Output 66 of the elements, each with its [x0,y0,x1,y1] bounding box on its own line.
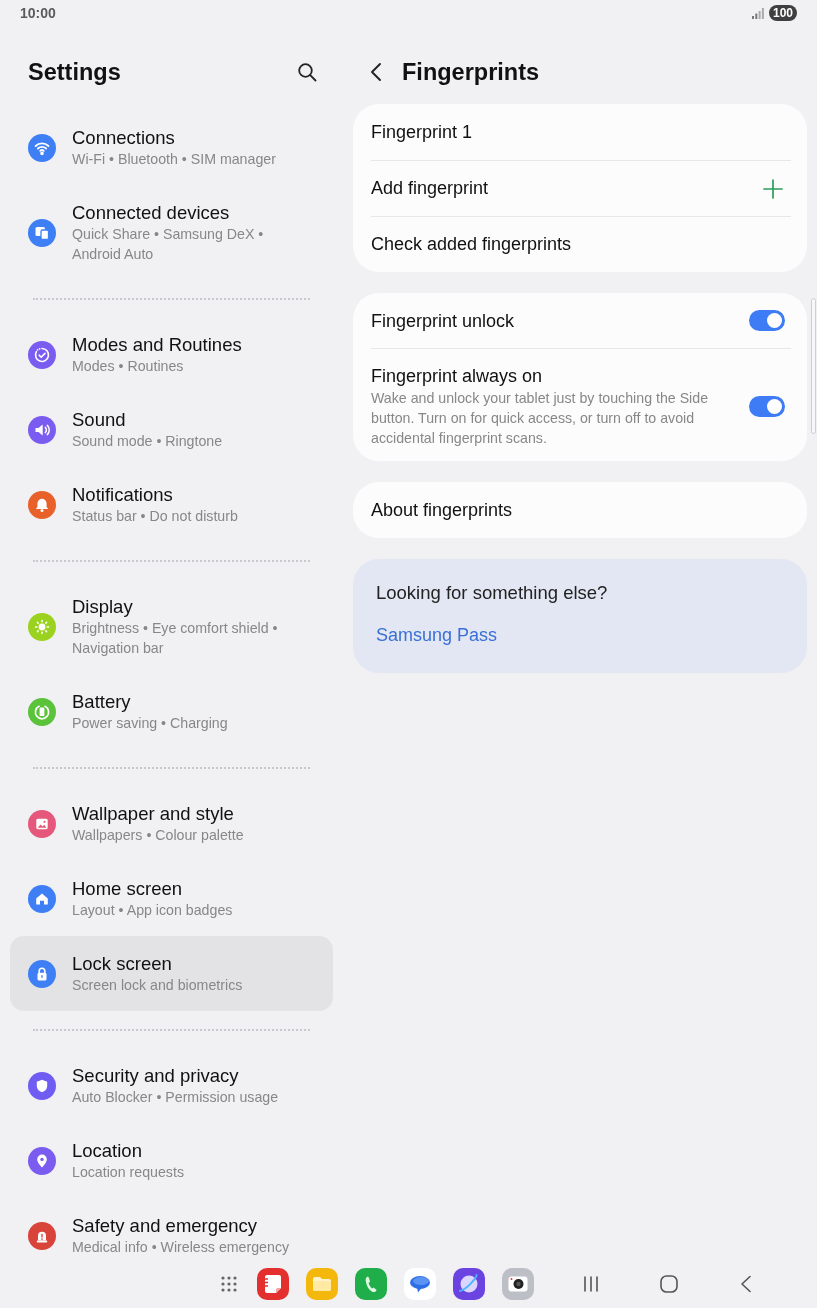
settings-item[interactable]: Notifications Status bar • Do not disturb [10,467,333,542]
item-title: Security and privacy [72,1064,240,1087]
item-subtitle: Power saving • Charging [72,714,228,733]
suggestion-title: Looking for something else? [376,581,608,605]
search-icon[interactable] [297,62,317,82]
settings-row[interactable]: Add fingerprint [371,160,791,216]
setting-label: Fingerprint always on [371,365,544,388]
item-subtitle: Location requests [72,1163,184,1182]
plus-icon [763,178,783,199]
settings-item[interactable]: Connected devices Quick Share • Samsung DeX • Android Auto [10,185,333,280]
item-title: Lock screen [72,952,173,975]
item-title: Battery [72,690,132,713]
item-subtitle: Sound mode • Ringtone [72,432,223,451]
notepad-icon[interactable] [257,1268,289,1300]
page-title: Settings [28,58,121,86]
item-title: Home screen [72,877,183,900]
apps-grid-icon[interactable] [220,1275,238,1293]
setting-label: Fingerprint unlock [371,309,515,333]
planet-icon[interactable] [453,1268,485,1300]
settings-row[interactable]: Check added fingerprints [371,216,791,272]
settings-item[interactable]: Location Location requests [10,1123,333,1198]
item-subtitle: Modes • Routines [72,357,185,376]
battery-indicator: 100 [768,5,797,21]
item-subtitle: Auto Blocker • Permission usage [72,1088,279,1107]
toggle-switch[interactable] [749,395,785,417]
item-title: Notifications [72,483,174,506]
item-subtitle: Wi-Fi • Bluetooth • SIM manager [72,150,276,169]
settings-item[interactable]: Display Brightness • Eye comfort shield • Navigation bar [10,579,333,674]
toggle-switch[interactable] [749,310,785,331]
item-subtitle: Brightness • Eye comfort shield • Navigation bar [72,619,279,658]
settings-item[interactable]: Home screen Layout • App icon badges [10,861,333,936]
back-icon[interactable] [740,1275,752,1293]
settings-item[interactable]: Battery Power saving • Charging [10,674,333,749]
settings-row[interactable]: About fingerprints [371,482,791,538]
item-subtitle: Screen lock and biometrics [72,976,243,995]
status-time: 10:00 [20,5,56,21]
item-title: Sound [72,408,127,431]
chat-bubble-icon[interactable] [404,1268,436,1300]
recents-icon[interactable] [582,1275,600,1293]
settings-item[interactable]: Lock screen Screen lock and biometrics [10,936,333,1011]
signal-icon [751,7,764,19]
item-title: Modes and Routines [72,333,242,356]
settings-item[interactable]: Wallpaper and style Wallpapers • Colour palette [10,786,333,861]
settings-item[interactable]: Sound Sound mode • Ringtone [10,392,333,467]
camera-icon[interactable] [502,1268,534,1300]
item-title: Wallpaper and style [72,802,235,825]
item-subtitle: Layout • App icon badges [72,901,233,920]
home-icon[interactable] [660,1275,678,1293]
settings-item[interactable]: Security and privacy Auto Blocker • Permission usage [10,1048,333,1123]
page-title: Fingerprints [402,58,540,86]
item-title: Safety and emergency [72,1214,259,1237]
settings-item[interactable]: Connections Wi-Fi • Bluetooth • SIM manager [10,110,333,185]
item-subtitle: Quick Share • Samsung DeX • Android Auto [72,225,265,264]
item-subtitle: Medical info • Wireless emergency [72,1238,290,1257]
setting-description: Wake and unlock your tablet just by touching the Side button. Turn on for quick access, or turn off to avoid accidental fingerprint scans. [371,389,710,448]
item-title: Connected devices [72,201,231,224]
item-subtitle: Wallpapers • Colour palette [72,826,244,845]
item-title: Location [72,1139,143,1162]
back-icon[interactable] [370,62,382,82]
settings-item[interactable]: Modes and Routines Modes • Routines [10,317,333,392]
item-subtitle: Status bar • Do not disturb [72,507,238,526]
item-title: Connections [72,126,176,149]
item-title: Display [72,595,134,618]
phone-icon[interactable] [355,1268,387,1300]
suggestion-link[interactable]: Samsung Pass [376,623,498,647]
settings-row[interactable]: Fingerprint 1 [371,104,791,160]
